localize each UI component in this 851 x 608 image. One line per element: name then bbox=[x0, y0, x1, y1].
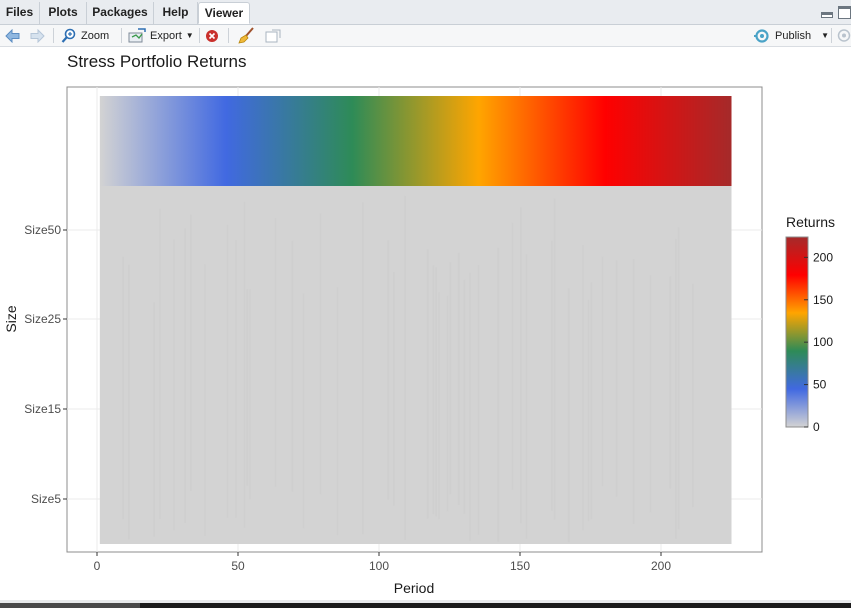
y-tick-label: Size5 bbox=[31, 492, 61, 506]
legend-tick-label: 150 bbox=[813, 293, 833, 307]
forward-arrow-icon[interactable] bbox=[30, 27, 45, 44]
bottom-status-strip bbox=[0, 600, 851, 608]
popout-icon[interactable] bbox=[265, 27, 281, 44]
tab-plots[interactable]: Plots bbox=[40, 2, 87, 24]
heatmap-background-tiles bbox=[99, 186, 732, 544]
export-icon bbox=[128, 28, 146, 43]
y-tick-label: Size25 bbox=[24, 312, 61, 326]
legend-tick-label: 0 bbox=[813, 420, 820, 434]
viewer-toolbar: Zoom Export ▼ Publish ▼ bbox=[0, 25, 851, 47]
x-tick-label: 150 bbox=[510, 559, 530, 573]
publish-label: Publish bbox=[775, 29, 812, 42]
chevron-down-icon: ▼ bbox=[185, 31, 194, 40]
chevron-down-icon: ▼ bbox=[821, 31, 829, 40]
x-tick-label: 200 bbox=[651, 559, 671, 573]
y-tick-label: Size50 bbox=[24, 223, 61, 237]
zoom-label: Zoom bbox=[81, 29, 110, 42]
broom-icon[interactable] bbox=[238, 27, 255, 44]
tab-help[interactable]: Help bbox=[154, 2, 198, 24]
back-arrow-icon[interactable] bbox=[5, 27, 20, 44]
tab-packages[interactable]: Packages bbox=[87, 2, 154, 24]
y-axis-label: Size bbox=[3, 305, 19, 332]
heatmap-chart: Stress Portfolio Returns Size5Size15Size… bbox=[3, 52, 835, 596]
minimize-icon[interactable] bbox=[821, 12, 833, 18]
legend-tick-label: 100 bbox=[813, 335, 833, 349]
y-tick-label: Size15 bbox=[24, 402, 61, 416]
legend-colorbar bbox=[785, 236, 809, 428]
legend-title: Returns bbox=[786, 214, 835, 230]
chart-title: Stress Portfolio Returns bbox=[67, 52, 247, 71]
legend-tick-label: 200 bbox=[813, 250, 833, 264]
top-gradient-band bbox=[99, 96, 732, 186]
y-axis: Size5 Size15 Size25 Size50 bbox=[24, 223, 67, 506]
x-axis: 0 50 100 150 200 bbox=[94, 552, 671, 573]
pane-tab-bar: Files Plots Packages Help Viewer bbox=[0, 0, 851, 25]
x-tick-label: 50 bbox=[231, 559, 245, 573]
tab-viewer[interactable]: Viewer bbox=[198, 2, 250, 24]
x-axis-label: Period bbox=[394, 580, 434, 596]
publish-icon bbox=[754, 28, 769, 43]
x-tick-label: 0 bbox=[94, 559, 101, 573]
export-button[interactable]: Export ▼ bbox=[128, 27, 194, 44]
export-label: Export bbox=[150, 29, 182, 42]
tab-files[interactable]: Files bbox=[0, 2, 40, 24]
x-tick-label: 100 bbox=[369, 559, 389, 573]
refresh-icon[interactable] bbox=[836, 27, 851, 44]
legend-tick-label: 50 bbox=[813, 378, 827, 392]
maximize-icon[interactable] bbox=[838, 6, 851, 19]
publish-button[interactable]: Publish ▼ bbox=[753, 27, 829, 44]
remove-icon[interactable] bbox=[205, 27, 219, 44]
zoom-icon bbox=[61, 28, 76, 43]
viewer-pane: Stress Portfolio Returns Size5 Size15 Size… bbox=[0, 47, 851, 600]
zoom-button[interactable]: Zoom bbox=[61, 27, 109, 44]
